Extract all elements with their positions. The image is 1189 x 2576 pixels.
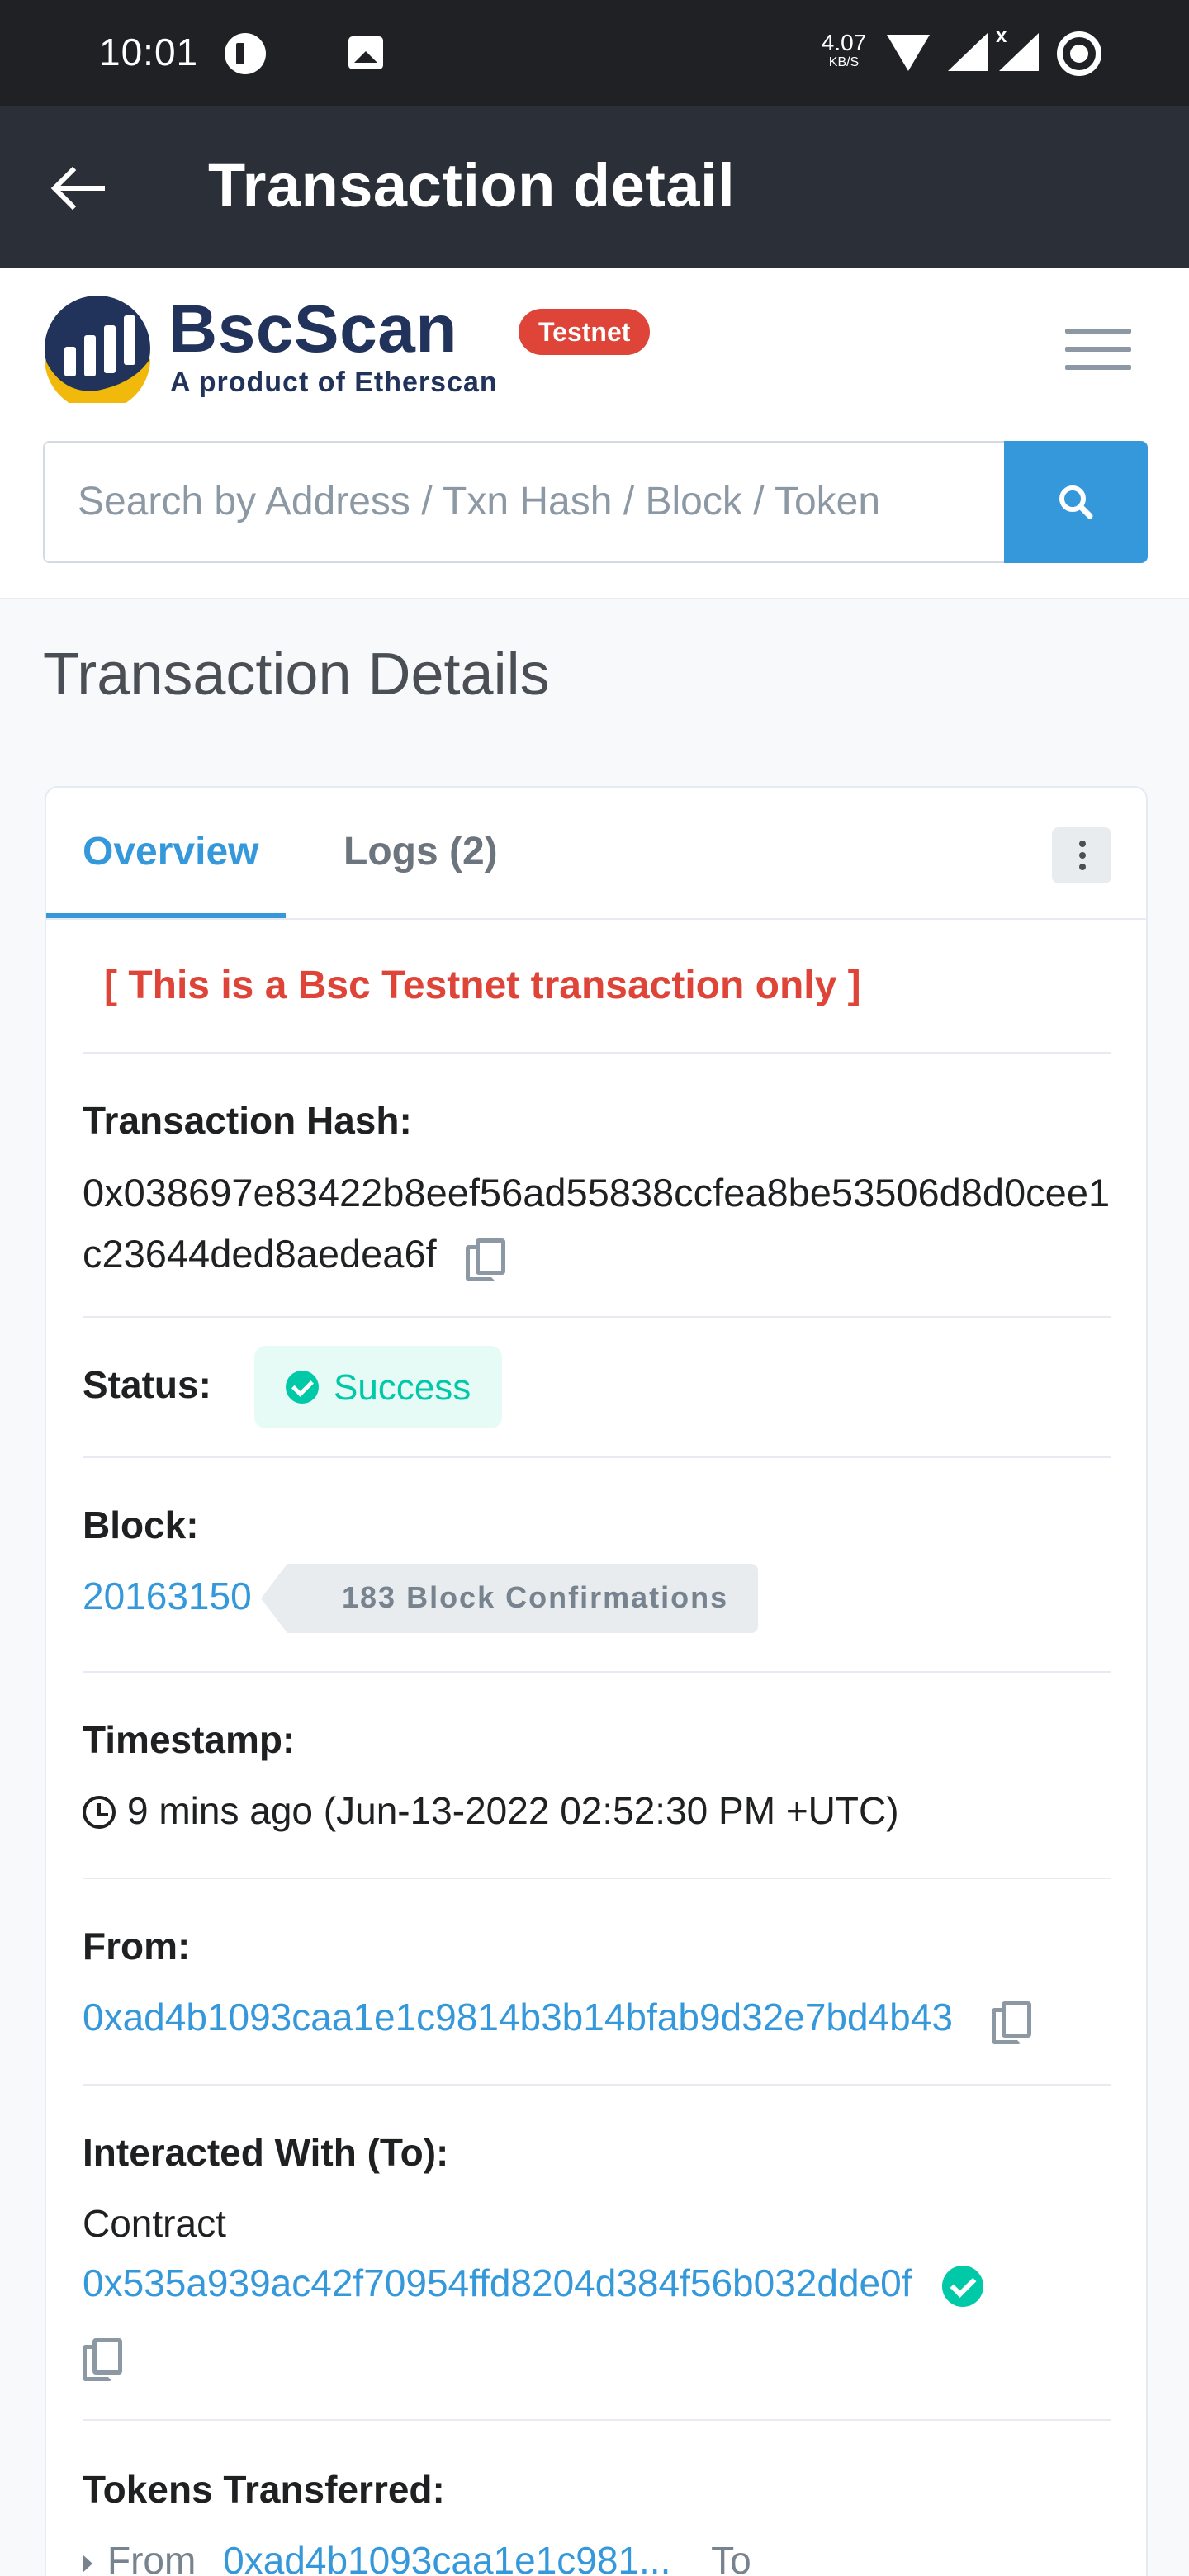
token-to-label: To [711,2539,751,2576]
to-type: Contract [83,2202,226,2245]
menu-line [1065,329,1131,334]
block-label: Block: [83,1503,199,1546]
brand-name: BscScan [168,291,457,367]
pinned-app-icon [225,33,266,74]
signal-icon [948,33,988,71]
clock-icon [83,1796,116,1829]
divider [83,2419,1111,2421]
hamburger-menu-icon[interactable] [1065,329,1131,375]
block-confirmations: 183 Block Confirmations [342,1580,729,1614]
status-label: Status: [83,1363,211,1406]
page-title: Transaction Details [43,642,550,708]
transaction-hash-row: 0x038697e83422b8eef56ad55838ccfea8be5350… [83,1163,1123,1285]
divider [83,1456,1111,1458]
network-speed-unit: KB/S [828,55,860,69]
more-options-icon[interactable] [1052,827,1111,883]
timestamp-row: 9 mins ago (Jun-13-2022 02:52:30 PM +UTC… [83,1788,899,1833]
copy-to-row [83,2332,122,2381]
to-address-link[interactable]: 0x535a939ac42f70954ffd8204d384f56b032dde… [83,2261,912,2304]
bscscan-logo-icon[interactable] [43,294,152,403]
wifi-icon [887,35,930,71]
divider [83,1878,1111,1879]
search-input[interactable]: Search by Address / Txn Hash / Block / T… [43,441,1004,563]
menu-line [1065,365,1131,370]
transaction-card: Overview Logs (2) [ This is a Bsc Testne… [45,786,1148,2576]
transaction-hash[interactable]: 0x038697e83422b8eef56ad55838ccfea8be5350… [83,1171,1110,1276]
block-confirmations-badge: 183 Block Confirmations [261,1564,758,1633]
verified-contract-icon [942,2265,984,2307]
active-tab-indicator [46,913,286,918]
to-label: Interacted With (To): [83,2131,449,2174]
copy-from-icon[interactable] [991,2001,1031,2044]
search-button[interactable] [1004,441,1148,563]
tab-bar: Overview Logs (2) [46,788,1146,920]
hash-label: Transaction Hash: [83,1099,412,1142]
more-dot [1079,841,1086,847]
token-from-address-link[interactable]: 0xad4b1093caa1e1c981... [223,2539,670,2576]
divider [83,1052,1111,1054]
image-notification-icon [348,36,383,69]
from-row: 0xad4b1093caa1e1c9814b3b14bfab9d32e7bd4b… [83,1995,1031,2044]
divider [83,2084,1111,2086]
back-arrow-icon[interactable] [45,155,111,221]
menu-line [1065,347,1131,352]
timestamp-label: Timestamp: [83,1718,296,1761]
app-bar: Transaction detail [0,106,1189,268]
token-from-label: From [107,2539,197,2576]
copy-hash-icon[interactable] [465,1238,505,1281]
status-bar: 10:01 4.07 KB/S x [0,0,1189,106]
network-speed-value: 4.07 [821,30,867,55]
status-badge: Success [254,1346,502,1428]
network-speed: 4.07 KB/S [817,31,870,69]
search-placeholder: Search by Address / Txn Hash / Block / T… [78,480,881,523]
ring-icon [1057,31,1101,76]
network-badge: Testnet [519,309,651,355]
status-time: 10:01 [99,31,199,73]
tab-logs[interactable]: Logs (2) [343,829,498,874]
status-value: Success [334,1367,471,1408]
more-dot [1079,864,1086,870]
copy-to-icon[interactable] [83,2337,122,2381]
timestamp-value: 9 mins ago (Jun-13-2022 02:52:30 PM +UTC… [127,1789,899,1832]
app-bar-title: Transaction detail [208,151,736,220]
signal-flag: x [996,25,1007,47]
testnet-notice: [ This is a Bsc Testnet transaction only… [104,964,861,1007]
site-header: BscScan A product of Etherscan Testnet S… [0,268,1189,599]
to-row: 0x535a939ac42f70954ffd8204d384f56b032dde… [83,2261,984,2307]
brand-subtitle: A product of Etherscan [170,367,498,398]
search-icon [1059,485,1093,519]
tokens-label: Tokens Transferred: [83,2468,445,2511]
divider [83,1316,1111,1318]
block-number-link[interactable]: 20163150 [83,1574,252,1618]
divider [83,1671,1111,1673]
from-label: From: [83,1925,191,1968]
more-dot [1079,852,1086,859]
token-transfer-row: From 0xad4b1093caa1e1c981... To [83,2538,751,2576]
success-check-icon [286,1371,319,1404]
from-address-link[interactable]: 0xad4b1093caa1e1c9814b3b14bfab9d32e7bd4b… [83,1996,953,2039]
tab-overview[interactable]: Overview [83,829,258,874]
caret-right-icon[interactable] [83,2554,92,2573]
